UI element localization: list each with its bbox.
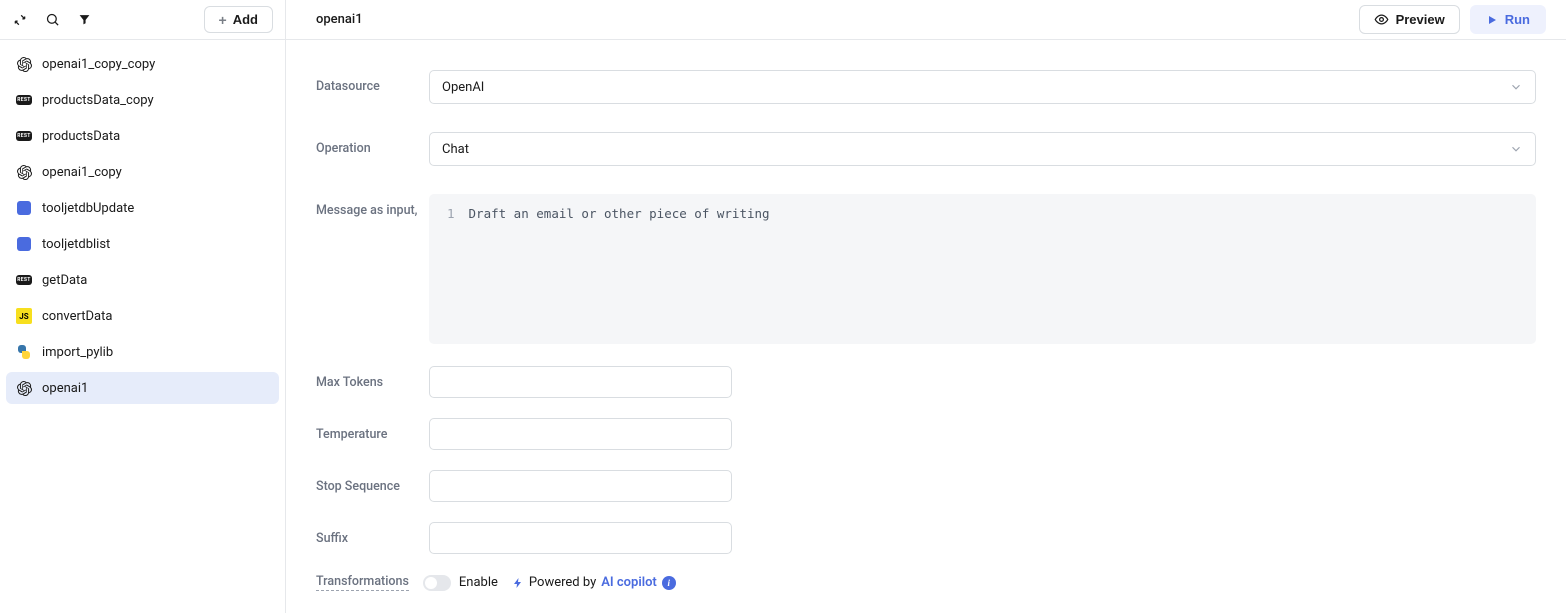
- main-panel: openai1 Preview Run Datasource OpenAI Op: [286, 0, 1566, 613]
- sidebar-item-openai1_copy[interactable]: openai1_copy: [6, 156, 279, 188]
- copilot-link[interactable]: AI copilot: [601, 575, 657, 590]
- openai-icon: [16, 164, 32, 180]
- suffix-input[interactable]: [429, 522, 732, 554]
- run-button-label: Run: [1505, 12, 1530, 27]
- filter-icon[interactable]: [76, 12, 92, 28]
- sidebar-item-label: productsData_copy: [42, 93, 154, 108]
- datasource-label: Datasource: [316, 70, 429, 94]
- stop-sequence-input[interactable]: [429, 470, 732, 502]
- sidebar-item-label: openai1: [42, 381, 88, 396]
- operation-select[interactable]: Chat: [429, 132, 1536, 166]
- temperature-input[interactable]: [429, 418, 732, 450]
- sidebar-item-convertData[interactable]: JS convertData: [6, 300, 279, 332]
- sidebar-item-productsData_copy[interactable]: REST productsData_copy: [6, 84, 279, 116]
- search-icon[interactable]: [44, 12, 60, 28]
- message-value: Draft an email or other piece of writing: [469, 206, 770, 332]
- stop-sequence-label: Stop Sequence: [316, 479, 429, 494]
- rest-api-icon: REST: [16, 272, 32, 288]
- suffix-label: Suffix: [316, 531, 429, 546]
- rest-api-icon: REST: [16, 128, 32, 144]
- transformations-label: Transformations: [316, 574, 409, 591]
- sidebar-item-label: convertData: [42, 309, 112, 324]
- sidebar-item-label: tooljetdbUpdate: [42, 201, 134, 216]
- max-tokens-input[interactable]: [429, 366, 732, 398]
- openai-icon: [16, 56, 32, 72]
- enable-toggle[interactable]: [423, 575, 451, 591]
- sidebar-item-tooljetdblist[interactable]: tooljetdblist: [6, 228, 279, 260]
- chevron-down-icon: [1509, 80, 1523, 94]
- run-button[interactable]: Run: [1470, 5, 1546, 34]
- sidebar-item-label: getData: [42, 273, 87, 288]
- preview-button-label: Preview: [1396, 12, 1445, 27]
- operation-value: Chat: [442, 142, 469, 157]
- chevron-down-icon: [1509, 142, 1523, 156]
- sidebar-item-label: openai1_copy_copy: [42, 57, 155, 72]
- play-icon: [1486, 14, 1498, 26]
- rest-api-icon: REST: [16, 92, 32, 108]
- temperature-label: Temperature: [316, 427, 429, 442]
- sidebar-item-label: import_pylib: [42, 345, 113, 360]
- javascript-icon: JS: [16, 308, 32, 324]
- collapse-icon[interactable]: [12, 12, 28, 28]
- datasource-select[interactable]: OpenAI: [429, 70, 1536, 104]
- sidebar-item-productsData[interactable]: REST productsData: [6, 120, 279, 152]
- sidebar-item-getData[interactable]: REST getData: [6, 264, 279, 296]
- plus-icon: +: [219, 13, 227, 27]
- sidebar: + Add openai1_copy_copy REST productsData_…: [0, 0, 286, 613]
- page-title: openai1: [316, 12, 363, 27]
- openai-icon: [16, 380, 32, 396]
- sidebar-item-openai1[interactable]: openai1: [6, 372, 279, 404]
- message-input[interactable]: 1 Draft an email or other piece of writi…: [429, 194, 1536, 344]
- sidebar-list: openai1_copy_copyRESTproductsData_copyRE…: [0, 40, 285, 613]
- bolt-icon: [512, 576, 524, 590]
- sidebar-item-tooljetdbUpdate[interactable]: tooljetdbUpdate: [6, 192, 279, 224]
- operation-label: Operation: [316, 132, 429, 156]
- python-icon: [16, 344, 32, 360]
- eye-icon: [1374, 12, 1389, 27]
- max-tokens-label: Max Tokens: [316, 375, 429, 390]
- info-icon[interactable]: i: [662, 576, 676, 590]
- datasource-value: OpenAI: [442, 80, 484, 95]
- main-body: Datasource OpenAI Operation Chat Message…: [286, 40, 1566, 613]
- database-icon: [16, 200, 32, 216]
- enable-label: Enable: [459, 575, 498, 590]
- database-icon: [16, 236, 32, 252]
- sidebar-header: + Add: [0, 0, 285, 40]
- powered-by-text: Powered by: [529, 575, 596, 590]
- sidebar-item-label: openai1_copy: [42, 165, 122, 180]
- transformations-row: Transformations Enable Powered by AI cop…: [316, 574, 1536, 591]
- sidebar-item-import_pylib[interactable]: import_pylib: [6, 336, 279, 368]
- message-label: Message as input,: [316, 194, 429, 218]
- sidebar-item-label: tooljetdblist: [42, 237, 110, 252]
- preview-button[interactable]: Preview: [1359, 5, 1460, 34]
- sidebar-item-openai1_copy_copy[interactable]: openai1_copy_copy: [6, 48, 279, 80]
- main-header: openai1 Preview Run: [286, 0, 1566, 40]
- add-button-label: Add: [233, 12, 258, 27]
- add-button[interactable]: + Add: [204, 6, 273, 33]
- line-number: 1: [447, 206, 455, 332]
- sidebar-item-label: productsData: [42, 129, 120, 144]
